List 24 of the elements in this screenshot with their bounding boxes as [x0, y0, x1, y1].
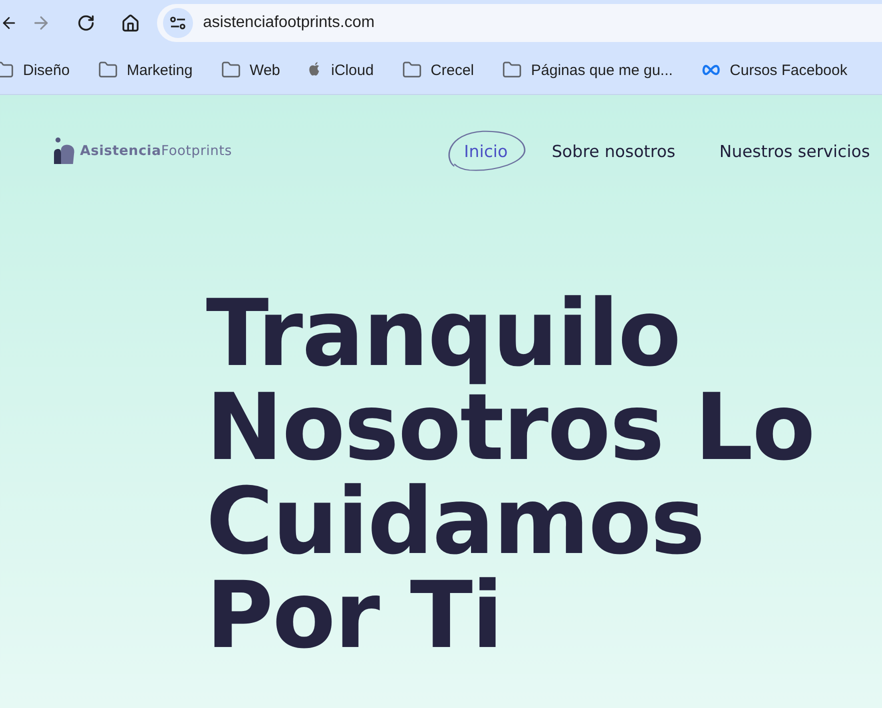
address-bar[interactable]: asistenciafootprints.com	[157, 4, 882, 42]
site-settings-icon[interactable]	[163, 8, 193, 38]
bookmark[interactable]: Páginas que me gu...	[502, 60, 673, 80]
nav-link[interactable]: Sobre nosotros	[552, 136, 676, 166]
folder-icon	[98, 60, 118, 80]
nav-link[interactable]: Inicio	[444, 128, 528, 174]
bookmark[interactable]: Web	[220, 60, 280, 80]
infinity-icon	[700, 64, 721, 76]
hero-headline: Tranquilo Nosotros Lo Cuidamos Por Ti	[206, 287, 816, 663]
bookmark[interactable]: Crecel	[402, 60, 474, 80]
bookmark[interactable]: iCloud	[308, 62, 374, 78]
reload-icon	[76, 14, 94, 32]
folder-icon	[0, 60, 14, 80]
bookmark[interactable]: Cursos Facebook	[700, 62, 848, 78]
url-text: asistenciafootprints.com	[203, 14, 375, 32]
nav-link[interactable]: Nuestros servicios	[719, 136, 870, 166]
logo-text[interactable]: AsistenciaFootprints	[80, 143, 232, 159]
folder-icon	[220, 60, 241, 80]
bookmark[interactable]: Diseño	[0, 60, 70, 80]
bookmark[interactable]: Marketing	[98, 60, 193, 80]
folder-icon	[402, 60, 422, 80]
folder-icon	[502, 60, 522, 80]
pets-logo-icon	[52, 136, 76, 166]
home-icon	[121, 14, 140, 32]
